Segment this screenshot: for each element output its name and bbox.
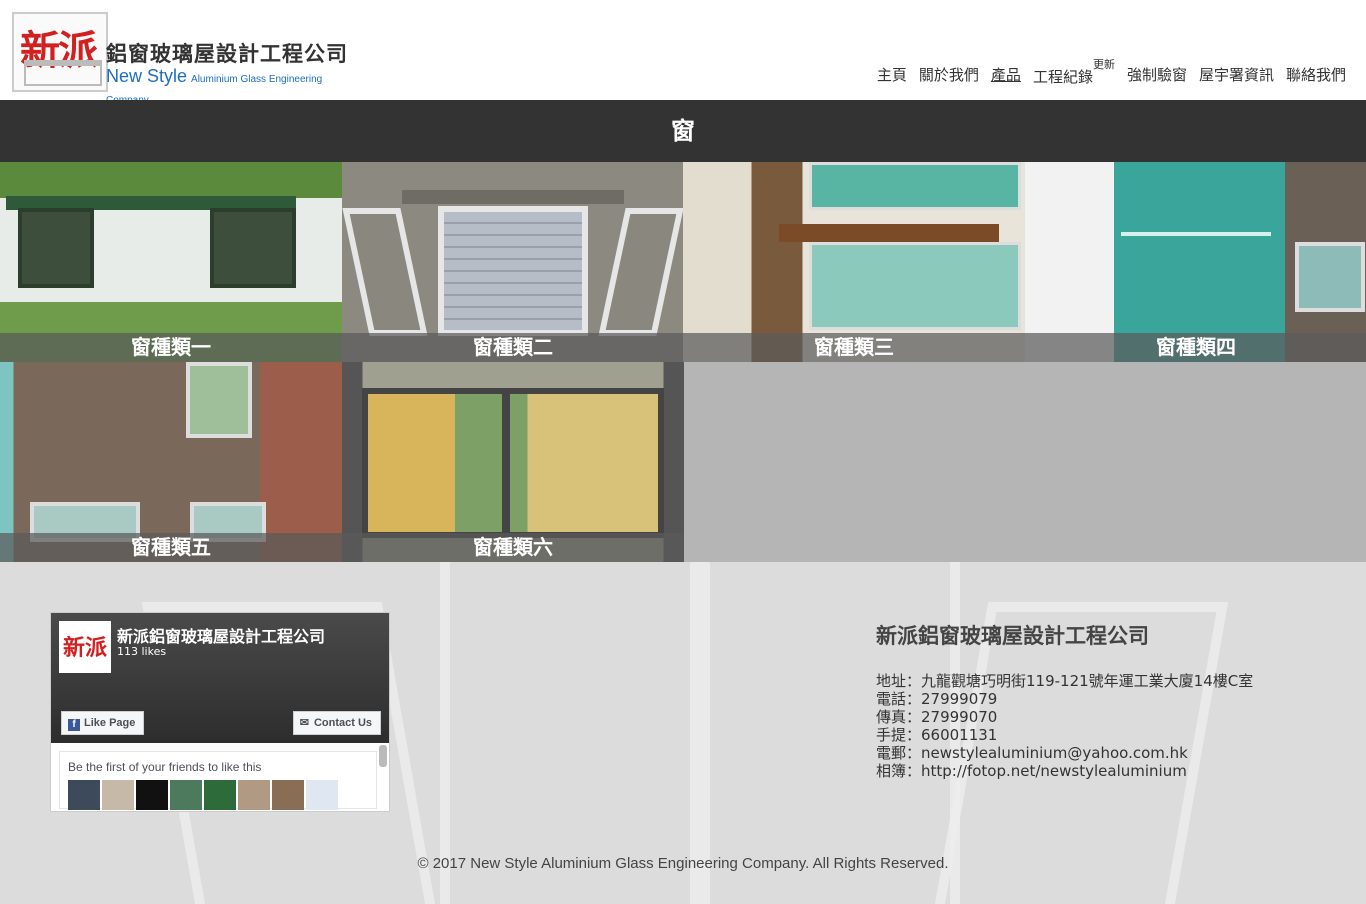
friend-avatar[interactable] [68,780,100,810]
company-info: 新派鋁窗玻璃屋設計工程公司 地址：九龍觀塘巧明街119-121號年運工業大廈14… [876,620,1253,780]
facebook-likes: 113 likes [117,645,167,658]
friend-avatar[interactable] [170,780,202,810]
tile-photo-glass [809,242,1021,330]
friend-avatar[interactable] [272,780,304,810]
site-footer: 新派 新派鋁窗玻璃屋設計工程公司 113 likes f Like Page ✉ C… [0,562,1366,904]
facebook-scrollbar[interactable] [379,745,387,767]
site-logo[interactable]: 新派 鋁窗玻璃屋設計工程公司 New Style Aluminium Glass … [12,10,362,106]
like-page-button[interactable]: f Like Page [61,711,145,735]
tile-photo-shutter [598,208,684,336]
facebook-friend-thumbnails [68,780,338,810]
nav-update-badge: 更新 [1092,58,1115,71]
tile-photo-window [186,362,252,438]
nav-home[interactable]: 主頁 [877,64,907,87]
product-tile-2[interactable]: 窗種類二 [342,162,684,362]
friend-avatar[interactable] [204,780,236,810]
friend-avatar[interactable] [306,780,338,810]
contact-us-button[interactable]: ✉ Contact Us [292,711,381,735]
product-tile-5[interactable]: 窗種類五 [0,362,342,562]
company-fax: 傳真：27999070 [876,708,998,726]
facebook-friends-text: Be the first of your friends to like thi… [68,760,262,774]
tile-photo-mullion [502,388,510,538]
tile-photo-window [1295,242,1365,312]
nav-buildings-dept[interactable]: 屋宇署資訊 [1199,64,1274,87]
facebook-avatar[interactable]: 新派 [59,621,111,673]
product-tile-1[interactable]: 窗種類一 [0,162,342,362]
copyright: © 2017 New Style Aluminium Glass Enginee… [417,855,949,872]
tile-photo-sliding-door [362,388,664,538]
friend-avatar[interactable] [102,780,134,810]
tile-photo-window [438,206,588,336]
main-nav: 主頁 關於我們 產品 工程紀錄更新 強制驗窗 屋宇署資訊 聯絡我們 [877,58,1346,87]
tile-photo-lintel [402,190,624,204]
facebook-page-name[interactable]: 新派鋁窗玻璃屋設計工程公司 [117,623,325,647]
tile-caption: 窗種類五 [0,533,342,562]
footer-bg-window [440,562,700,904]
tile-caption: 窗種類一 [0,333,342,362]
nav-about[interactable]: 關於我們 [919,64,979,87]
tile-photo-canopy [779,224,999,242]
logo-mark: 新派 [12,12,108,92]
friend-avatar[interactable] [238,780,270,810]
friend-avatar[interactable] [136,780,168,810]
tile-caption: 窗種類三 [683,333,1025,362]
facebook-cover[interactable]: 新派 新派鋁窗玻璃屋設計工程公司 113 likes f Like Page ✉ C… [51,613,389,743]
tile-caption: 窗種類二 [342,333,684,362]
nav-products[interactable]: 產品 [991,64,1021,87]
product-tile-3[interactable]: 窗種類三 [683,162,1025,362]
logo-english-name: New Style [106,66,188,86]
facebook-icon: f [68,719,80,731]
contact-us-label: Contact Us [313,717,372,729]
product-grid: 窗種類一 窗種類二 窗種類三 窗種類四 窗種類五 窗種類六 [0,162,1366,562]
product-tile-6[interactable]: 窗種類六 [342,362,684,562]
company-email[interactable]: 電郵：newstylealuminium@yahoo.com.hk [876,744,1253,762]
like-page-label: Like Page [84,717,136,729]
product-tile-4[interactable]: 窗種類四 [1025,162,1366,362]
logo-title: 鋁窗玻璃屋設計工程公司 [106,42,348,66]
page-title: 窗 [0,100,1366,162]
tile-caption: 窗種類六 [342,533,684,562]
facebook-friends-box: Be the first of your friends to like thi… [59,751,377,810]
nav-window-inspection[interactable]: 強制驗窗 [1127,64,1187,87]
tile-photo-window [809,162,1021,210]
nav-projects[interactable]: 工程紀錄更新 [1032,58,1115,87]
facebook-page-widget: 新派 新派鋁窗玻璃屋設計工程公司 113 likes f Like Page ✉ C… [50,612,390,812]
company-name: 新派鋁窗玻璃屋設計工程公司 [876,624,1149,648]
tile-photo-shutter [342,208,428,336]
nav-contact[interactable]: 聯絡我們 [1286,64,1346,87]
tile-caption: 窗種類四 [1025,333,1366,362]
tile-photo-frame [1121,232,1271,236]
envelope-icon: ✉ [299,717,309,729]
company-mobile: 手提：66001131 [876,726,998,744]
company-address: 地址：九龍觀塘巧明街119-121號年運工業大廈14樓C室 [876,672,1254,690]
tile-photo-window [210,208,296,288]
nav-projects-label: 工程紀錄 [1032,68,1093,86]
company-album[interactable]: 相簿：http://fotop.net/newstylealuminium [876,762,1253,780]
site-header: 新派 鋁窗玻璃屋設計工程公司 New Style Aluminium Glass … [0,0,1366,106]
company-phone: 電話：27999079 [876,690,998,708]
tile-photo-window [18,208,94,288]
logo-window-frame [24,60,102,86]
